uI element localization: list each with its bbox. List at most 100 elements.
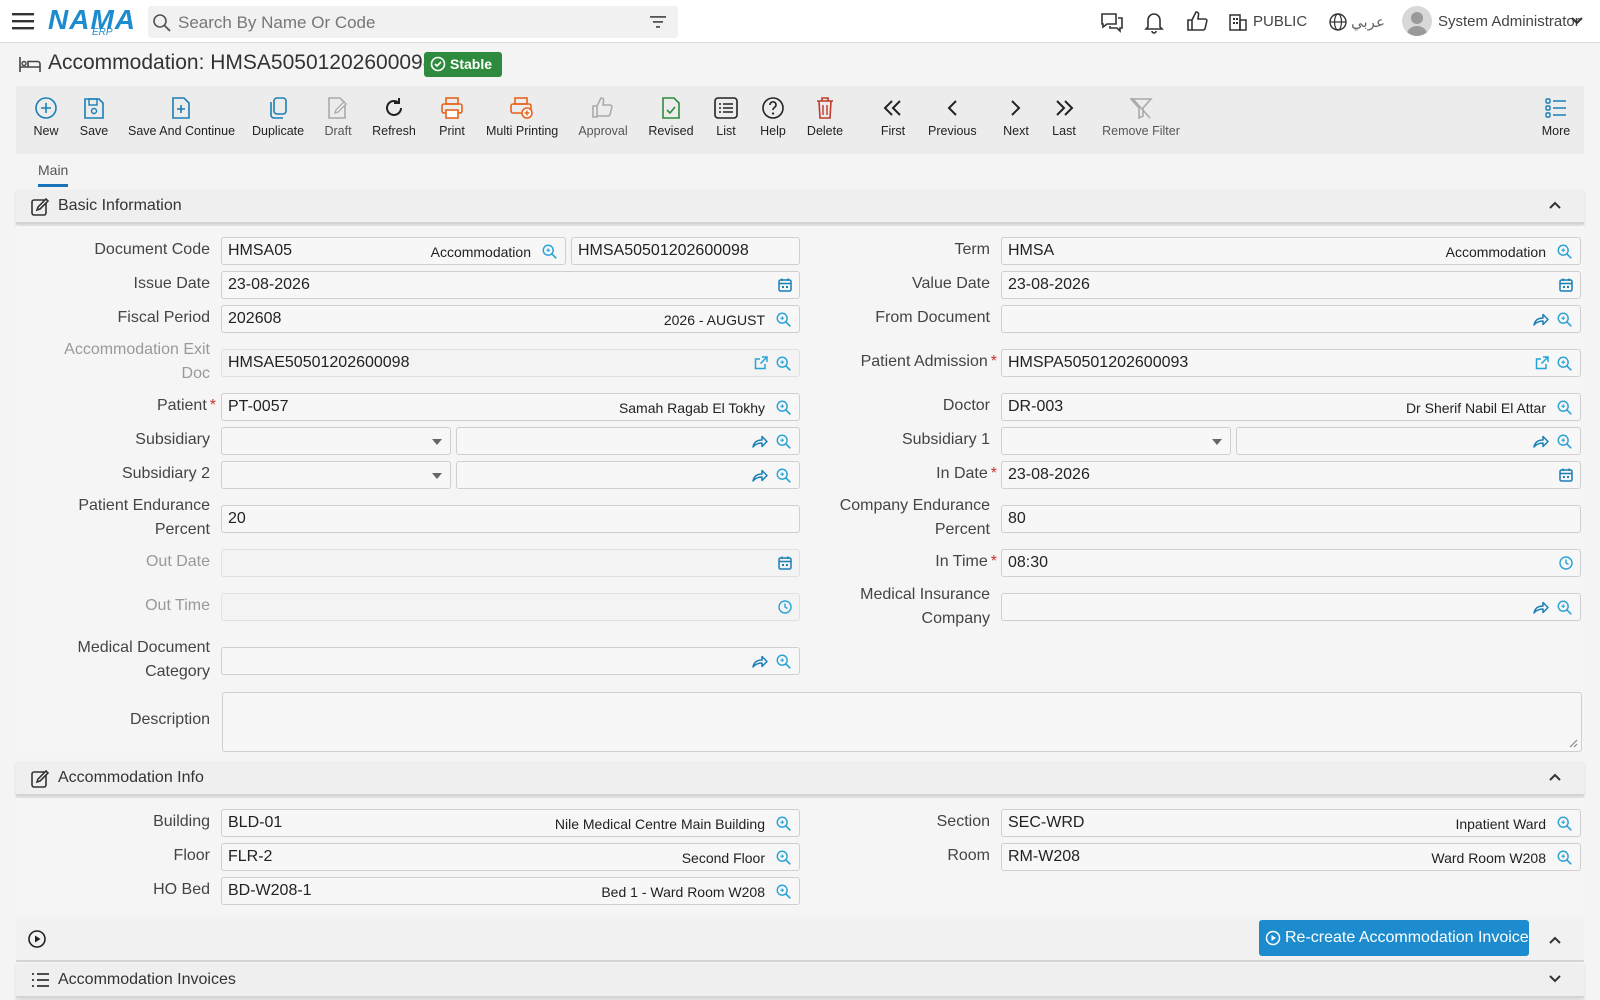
thumbs-up-icon[interactable] <box>1186 10 1208 32</box>
subsidiary-field[interactable] <box>456 427 800 455</box>
app-logo[interactable]: NAMA ERP <box>48 2 135 40</box>
subsidiary-1-field[interactable] <box>1236 427 1581 455</box>
out-date-field[interactable] <box>221 549 800 577</box>
document-code-value: HMSA05 <box>228 242 293 259</box>
medical-insurance-company-field[interactable] <box>1001 593 1581 621</box>
room-field[interactable]: RM-W208 Ward Room W208 <box>1001 843 1581 871</box>
in-date-field[interactable]: 23-08-2026 <box>1001 461 1581 489</box>
fiscal-period-field[interactable]: 202608 2026 - AUGUST <box>221 305 800 333</box>
subsidiary-2-type-dropdown[interactable] <box>221 461 451 489</box>
share-icon[interactable] <box>751 467 769 483</box>
document-code-field[interactable]: HMSA05 Accommodation <box>221 237 566 265</box>
search-lookup-icon[interactable] <box>1556 311 1574 329</box>
search-lookup-icon[interactable] <box>1556 849 1574 867</box>
fiscal-period-desc: 2026 - AUGUST <box>663 312 765 328</box>
globe-icon[interactable] <box>1328 12 1348 32</box>
accommodation-info-header[interactable]: Accommodation Info <box>16 762 1584 796</box>
first-button[interactable]: First <box>878 94 908 138</box>
draft-button[interactable]: Draft <box>322 94 354 138</box>
medical-document-category-field[interactable] <box>221 647 800 675</box>
search-lookup-icon[interactable] <box>541 243 559 261</box>
collapse-chevron-icon[interactable] <box>1548 772 1562 782</box>
company-endurance-field[interactable]: 80 <box>1001 505 1581 533</box>
delete-button[interactable]: Delete <box>806 94 844 138</box>
avatar[interactable] <box>1402 6 1432 36</box>
patient-admission-field[interactable]: HMSPA50501202600093 <box>1001 349 1581 377</box>
subsidiary-2-field[interactable] <box>456 461 800 489</box>
search-lookup-icon[interactable] <box>1556 433 1574 451</box>
description-textarea[interactable] <box>222 692 1582 752</box>
doctor-field[interactable]: DR-003 Dr Sherif Nabil El Attar <box>1001 393 1581 421</box>
section-field[interactable]: SEC-WRD Inpatient Ward <box>1001 809 1581 837</box>
search-lookup-icon[interactable] <box>775 653 793 671</box>
tab-main[interactable]: Main <box>38 162 69 187</box>
basic-information-header[interactable]: Basic Information <box>16 190 1584 224</box>
next-label: Next <box>1003 124 1029 138</box>
language-switch[interactable]: عربي <box>1351 13 1385 31</box>
from-document-field[interactable] <box>1001 305 1581 333</box>
external-link-icon[interactable] <box>753 355 769 371</box>
out-time-field[interactable] <box>221 593 800 621</box>
search-lookup-icon[interactable] <box>1556 243 1574 261</box>
search-lookup-icon[interactable] <box>1556 399 1574 417</box>
subsidiary-type-dropdown[interactable] <box>221 427 451 455</box>
in-time-value: 08:30 <box>1008 554 1049 571</box>
chat-icon[interactable] <box>1100 11 1124 33</box>
search-lookup-icon[interactable] <box>1556 355 1574 373</box>
user-name[interactable]: System Administrator <box>1438 13 1580 30</box>
patient-field[interactable]: PT-0057 Samah Ragab El Tokhy <box>221 393 800 421</box>
next-button[interactable]: Next <box>1002 94 1030 138</box>
remove-filter-button[interactable]: Remove Filter <box>1096 94 1186 138</box>
calendar-icon[interactable] <box>1558 277 1574 293</box>
recreate-accommodation-invoice-button[interactable]: Re-create Accommodation Invoice <box>1259 920 1529 956</box>
multi-printing-button[interactable]: Multi Printing <box>486 94 558 138</box>
approval-button[interactable]: Approval <box>578 94 628 138</box>
last-button[interactable]: Last <box>1050 94 1078 138</box>
save-button[interactable]: Save <box>76 94 112 138</box>
subsidiary-1-type-dropdown[interactable] <box>1001 427 1231 455</box>
notification-bell-icon[interactable] <box>1144 10 1164 34</box>
building-field[interactable]: BLD-01 Nile Medical Centre Main Building <box>221 809 800 837</box>
search-lookup-icon[interactable] <box>1556 815 1574 833</box>
calendar-icon[interactable] <box>1558 467 1574 483</box>
document-number-field[interactable]: HMSA50501202600098 <box>571 237 800 265</box>
patient-endurance-field[interactable]: 20 <box>221 505 800 533</box>
duplicate-button[interactable]: Duplicate <box>252 94 304 138</box>
ho-bed-field[interactable]: BD-W208-1 Bed 1 - Ward Room W208 <box>221 877 800 905</box>
share-icon[interactable] <box>751 653 769 669</box>
refresh-button[interactable]: Refresh <box>372 94 416 138</box>
more-button[interactable]: More <box>1540 94 1572 138</box>
filter-icon[interactable] <box>650 15 666 29</box>
org-label[interactable]: PUBLIC <box>1253 13 1307 30</box>
user-menu-chevron-icon[interactable] <box>1570 16 1584 26</box>
global-search[interactable]: Search By Name Or Code <box>148 6 678 38</box>
term-field[interactable]: HMSA Accommodation <box>1001 237 1581 265</box>
share-icon[interactable] <box>1532 311 1550 327</box>
help-button[interactable]: Help <box>758 94 788 138</box>
expand-chevron-icon[interactable] <box>1548 974 1562 984</box>
floor-field[interactable]: FLR-2 Second Floor <box>221 843 800 871</box>
revised-button[interactable]: Revised <box>646 94 696 138</box>
resize-handle-icon[interactable] <box>1568 738 1578 748</box>
accommodation-invoices-header[interactable]: Accommodation Invoices <box>16 964 1584 998</box>
value-date-field[interactable]: 23-08-2026 <box>1001 271 1581 299</box>
previous-button[interactable]: Previous <box>928 94 977 138</box>
issue-date-field[interactable]: 23-08-2026 <box>221 271 800 299</box>
list-button[interactable]: List <box>712 94 740 138</box>
in-time-field[interactable]: 08:30 <box>1001 549 1581 577</box>
collapse-chevron-icon[interactable] <box>1548 200 1562 210</box>
accommodation-exit-doc-field[interactable]: HMSAE50501202600098 <box>221 349 800 377</box>
share-icon[interactable] <box>751 433 769 449</box>
share-icon[interactable] <box>1532 599 1550 615</box>
print-button[interactable]: Print <box>436 94 468 138</box>
search-lookup-icon[interactable] <box>1556 599 1574 617</box>
new-button[interactable]: New <box>30 94 62 138</box>
play-circle-icon[interactable] <box>27 929 47 949</box>
external-link-icon[interactable] <box>1534 355 1550 371</box>
hamburger-menu-icon[interactable] <box>12 11 34 31</box>
collapse-chevron-icon[interactable] <box>1548 935 1562 945</box>
share-icon[interactable] <box>1532 433 1550 449</box>
save-and-continue-button[interactable]: Save And Continue <box>128 94 235 138</box>
search-lookup-icon[interactable] <box>775 883 793 901</box>
clock-icon[interactable] <box>1558 555 1574 571</box>
